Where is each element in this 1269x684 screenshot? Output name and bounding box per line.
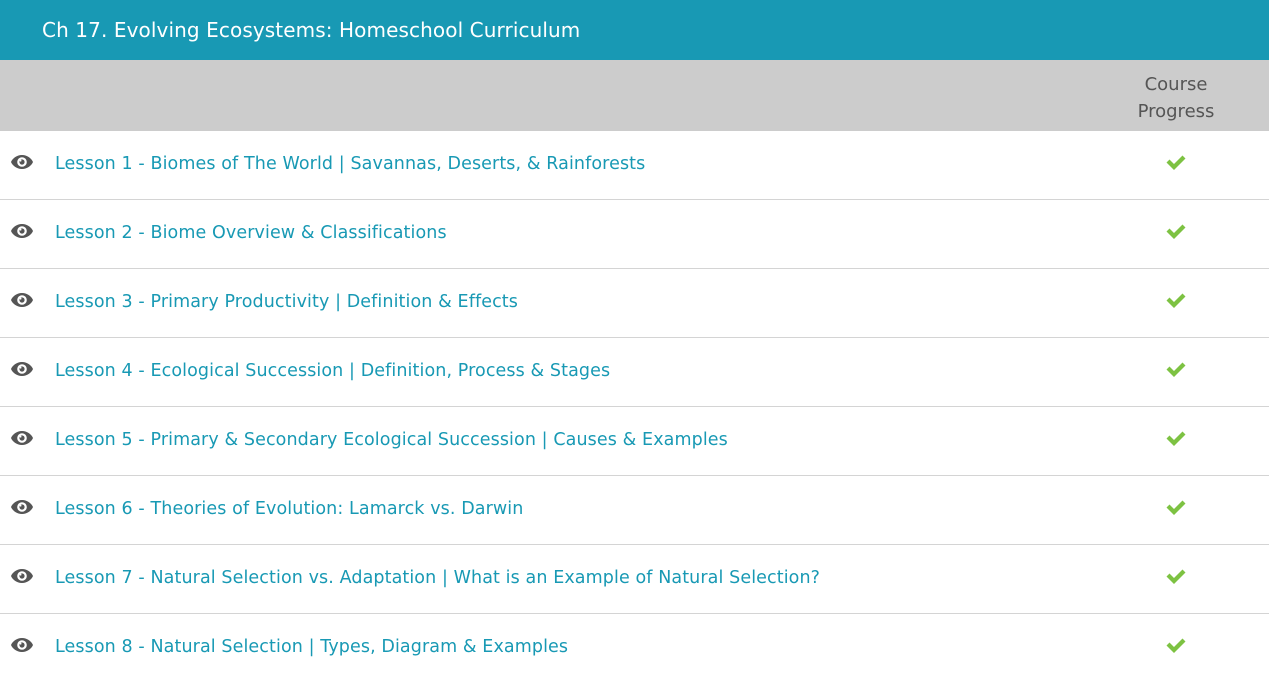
eye-icon[interactable] [10, 361, 34, 377]
lesson-list: Lesson 1 - Biomes of The World | Savanna… [0, 131, 1269, 683]
checkmark-icon [1165, 222, 1187, 240]
lesson-link[interactable]: Lesson 1 - Biomes of The World | Savanna… [55, 154, 645, 174]
lesson-row: Lesson 6 - Theories of Evolution: Lamarc… [0, 476, 1269, 545]
checkmark-icon [1165, 567, 1187, 585]
lesson-link[interactable]: Lesson 6 - Theories of Evolution: Lamarc… [55, 499, 523, 519]
course-progress-heading-line1: Course [1144, 74, 1208, 95]
eye-icon[interactable] [10, 223, 34, 239]
lesson-row: Lesson 7 - Natural Selection vs. Adaptat… [0, 545, 1269, 614]
checkmark-icon [1165, 498, 1187, 516]
lesson-row: Lesson 1 - Biomes of The World | Savanna… [0, 131, 1269, 200]
column-header-bar: Course Progress [0, 60, 1269, 131]
eye-icon[interactable] [10, 430, 34, 446]
chapter-header: Ch 17. Evolving Ecosystems: Homeschool C… [0, 0, 1269, 60]
lesson-link[interactable]: Lesson 4 - Ecological Succession | Defin… [55, 361, 610, 381]
lesson-link[interactable]: Lesson 7 - Natural Selection vs. Adaptat… [55, 568, 820, 588]
eye-icon[interactable] [10, 154, 34, 170]
checkmark-icon [1165, 153, 1187, 171]
lesson-link[interactable]: Lesson 3 - Primary Productivity | Defini… [55, 292, 518, 312]
course-progress-heading-line2: Progress [1137, 101, 1215, 122]
chapter-title: Ch 17. Evolving Ecosystems: Homeschool C… [42, 18, 581, 42]
lesson-row: Lesson 3 - Primary Productivity | Defini… [0, 269, 1269, 338]
lesson-link[interactable]: Lesson 2 - Biome Overview & Classificati… [55, 223, 447, 243]
lesson-row: Lesson 5 - Primary & Secondary Ecologica… [0, 407, 1269, 476]
eye-icon[interactable] [10, 499, 34, 515]
course-progress-heading: Course Progress [1101, 71, 1251, 125]
eye-icon[interactable] [10, 637, 34, 653]
eye-icon[interactable] [10, 568, 34, 584]
checkmark-icon [1165, 360, 1187, 378]
lesson-row: Lesson 2 - Biome Overview & Classificati… [0, 200, 1269, 269]
lesson-row: Lesson 8 - Natural Selection | Types, Di… [0, 614, 1269, 683]
lesson-row: Lesson 4 - Ecological Succession | Defin… [0, 338, 1269, 407]
lesson-link[interactable]: Lesson 5 - Primary & Secondary Ecologica… [55, 430, 728, 450]
lesson-link[interactable]: Lesson 8 - Natural Selection | Types, Di… [55, 637, 568, 657]
checkmark-icon [1165, 429, 1187, 447]
checkmark-icon [1165, 291, 1187, 309]
checkmark-icon [1165, 636, 1187, 654]
eye-icon[interactable] [10, 292, 34, 308]
